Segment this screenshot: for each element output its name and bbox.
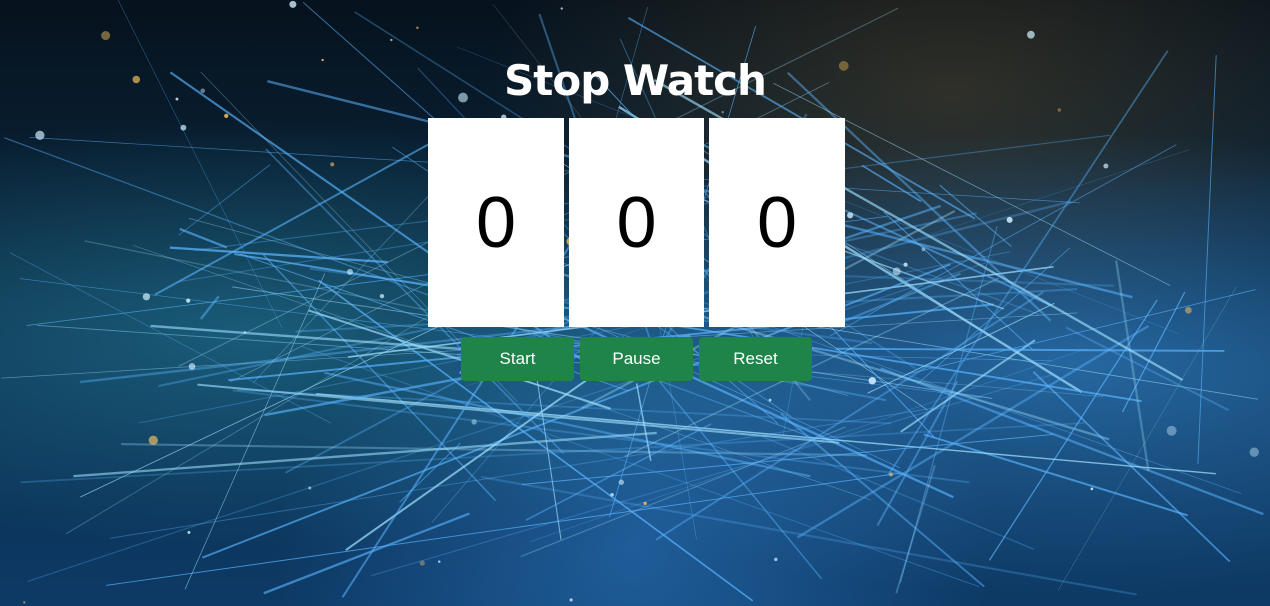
- light-dot: [180, 124, 187, 131]
- light-dot: [610, 493, 614, 497]
- reset-button[interactable]: Reset: [699, 337, 812, 381]
- light-dot: [224, 113, 229, 118]
- light-dot: [903, 262, 908, 267]
- light-dot: [148, 435, 158, 445]
- light-dot: [643, 501, 647, 506]
- network-line: [263, 512, 470, 595]
- network-line: [178, 164, 271, 236]
- network-line: [939, 184, 1012, 248]
- light-dot: [1006, 216, 1013, 223]
- light-dot: [437, 560, 441, 563]
- light-dot: [186, 298, 191, 303]
- network-line: [780, 412, 985, 588]
- network-line: [117, 0, 283, 329]
- light-dot: [892, 267, 901, 276]
- light-dot: [188, 363, 196, 370]
- light-dot: [471, 419, 477, 425]
- light-dot: [560, 7, 563, 10]
- light-dot: [847, 212, 854, 219]
- light-dot: [390, 38, 393, 42]
- light-dot: [1166, 425, 1177, 436]
- network-line: [345, 357, 618, 551]
- network-line: [301, 346, 980, 588]
- light-dot: [289, 0, 297, 8]
- light-dot: [1185, 306, 1192, 314]
- light-dot: [23, 601, 26, 604]
- minutes-display: 0: [428, 118, 564, 327]
- light-dot: [243, 330, 247, 334]
- network-line: [109, 407, 933, 539]
- network-line: [1057, 286, 1237, 591]
- light-dot: [1027, 30, 1035, 39]
- light-dot: [569, 598, 573, 602]
- network-line: [1114, 260, 1150, 471]
- light-dot: [1090, 487, 1094, 491]
- pause-button[interactable]: Pause: [580, 337, 693, 381]
- milliseconds-display: 0: [709, 118, 845, 327]
- network-line: [154, 129, 455, 296]
- network-line: [480, 475, 1137, 596]
- light-dot: [419, 560, 425, 566]
- light-dot: [416, 26, 419, 30]
- light-dot: [187, 530, 191, 534]
- network-line: [923, 433, 1188, 517]
- light-dot: [1249, 447, 1259, 457]
- light-dot: [889, 472, 893, 477]
- light-dot: [308, 486, 312, 490]
- network-line: [184, 273, 326, 590]
- light-dot: [721, 111, 724, 114]
- network-line: [150, 324, 470, 351]
- light-dot: [774, 557, 778, 562]
- network-line: [835, 347, 1225, 352]
- light-dot: [768, 398, 772, 402]
- light-dot: [101, 31, 111, 41]
- page-title: Stop Watch: [504, 56, 767, 105]
- light-dot: [921, 247, 926, 252]
- light-dot: [1057, 108, 1061, 112]
- network-line: [20, 422, 1085, 484]
- light-dot: [330, 162, 335, 167]
- network-line: [521, 433, 1054, 486]
- seconds-display: 0: [569, 118, 704, 327]
- light-dot: [35, 130, 45, 140]
- light-dot: [346, 268, 354, 275]
- network-line: [199, 295, 220, 320]
- network-line: [1065, 326, 1230, 412]
- light-dot: [142, 293, 151, 301]
- network-line: [988, 299, 1158, 561]
- network-line: [9, 252, 332, 424]
- light-dot: [618, 479, 625, 485]
- light-dot: [868, 377, 877, 385]
- light-dot: [379, 293, 385, 299]
- light-dot: [1103, 163, 1109, 169]
- network-line: [655, 291, 1044, 541]
- start-button[interactable]: Start: [461, 337, 574, 381]
- network-line: [179, 227, 228, 249]
